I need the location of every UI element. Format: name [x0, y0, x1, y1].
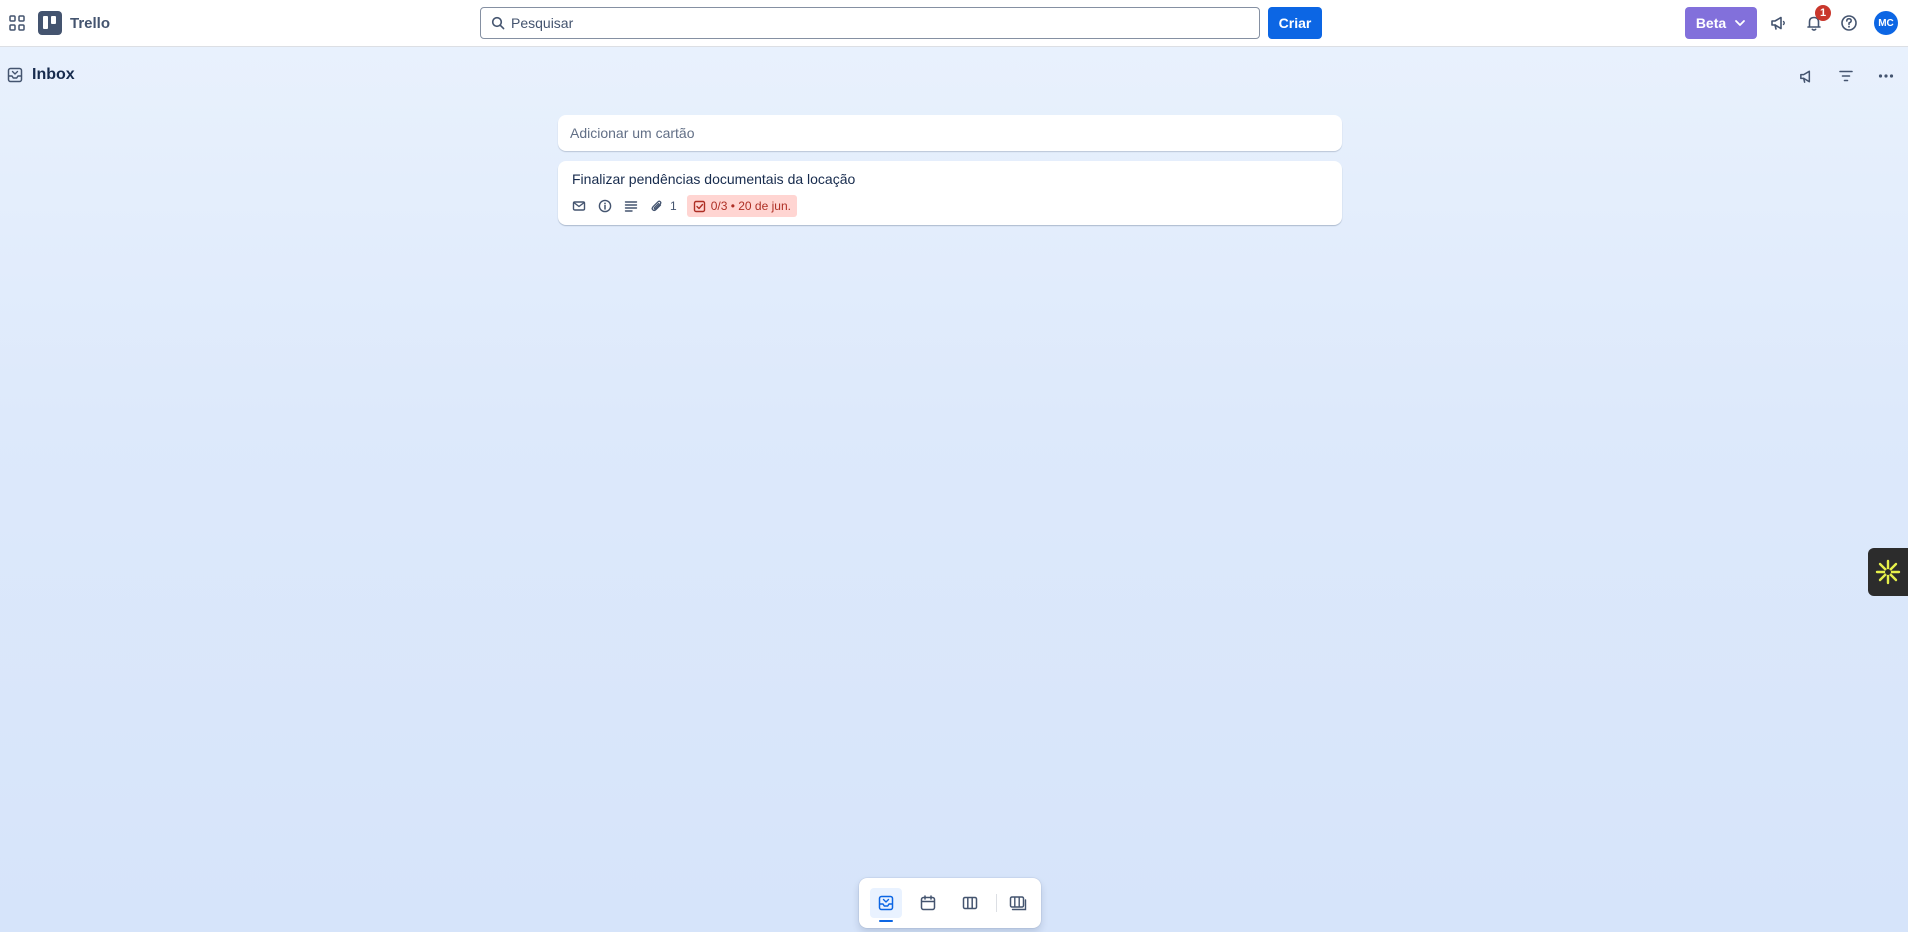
floating-assistant-widget[interactable] [1868, 548, 1908, 596]
attachment-badge: 1 [650, 199, 677, 213]
sparkle-asterisk-icon [1875, 559, 1901, 585]
active-view-indicator [879, 920, 893, 922]
chevron-down-icon [1735, 20, 1746, 26]
description-badge [624, 199, 638, 213]
board-view-button[interactable] [954, 888, 986, 918]
app-name: Trello [70, 14, 111, 32]
inbox-icon [7, 67, 23, 83]
planner-view-button[interactable] [912, 888, 944, 918]
filter-icon[interactable] [1832, 62, 1860, 90]
announcements-megaphone-icon[interactable] [1765, 10, 1791, 36]
card-badges: 1 0/3 • 20 de jun. [572, 195, 797, 217]
calendar-icon [920, 895, 936, 911]
switch-boards-button[interactable] [1002, 888, 1034, 918]
search-box[interactable] [480, 7, 1260, 39]
feedback-megaphone-icon[interactable] [1792, 62, 1820, 90]
view-switcher [859, 878, 1041, 928]
email-icon [572, 201, 586, 211]
add-card-input[interactable]: Adicionar um cartão [558, 115, 1342, 151]
more-options-icon[interactable] [1872, 62, 1900, 90]
inbox-icon [878, 895, 894, 911]
inbox-title-group: Inbox [7, 66, 75, 84]
checklist-due-badge: 0/3 • 20 de jun. [686, 195, 797, 217]
inbox-view-button[interactable] [870, 888, 902, 918]
app-switcher-icon[interactable] [4, 10, 30, 36]
board-icon [962, 896, 978, 910]
attachment-count: 1 [670, 199, 677, 213]
boards-switch-icon [1009, 896, 1027, 911]
beta-dropdown-button[interactable]: Beta [1685, 7, 1757, 39]
search-input[interactable] [511, 15, 1259, 31]
switcher-divider [996, 894, 997, 912]
trello-logo[interactable]: Trello [38, 11, 110, 35]
help-icon[interactable] [1836, 10, 1862, 36]
search-icon [491, 16, 505, 30]
paperclip-icon [651, 200, 662, 212]
beta-label: Beta [1695, 15, 1727, 31]
page-title: Inbox [32, 66, 75, 83]
notification-count-badge: 1 [1815, 5, 1831, 21]
trello-logo-icon [38, 11, 62, 35]
info-badge [598, 199, 612, 213]
checklist-icon [693, 200, 705, 212]
email-badge [572, 199, 586, 213]
card-title: Finalizar pendências documentais da loca… [572, 171, 856, 187]
description-icon [624, 201, 638, 212]
create-button[interactable]: Criar [1268, 7, 1322, 39]
info-icon [598, 199, 612, 213]
user-avatar[interactable]: MC [1874, 11, 1898, 35]
top-navigation-bar: Trello Criar Beta 1 M [0, 0, 1908, 47]
checklist-due-text: 0/3 • 20 de jun. [710, 199, 791, 213]
inbox-header: Inbox [0, 48, 1908, 102]
card[interactable]: Finalizar pendências documentais da loca… [558, 161, 1342, 225]
